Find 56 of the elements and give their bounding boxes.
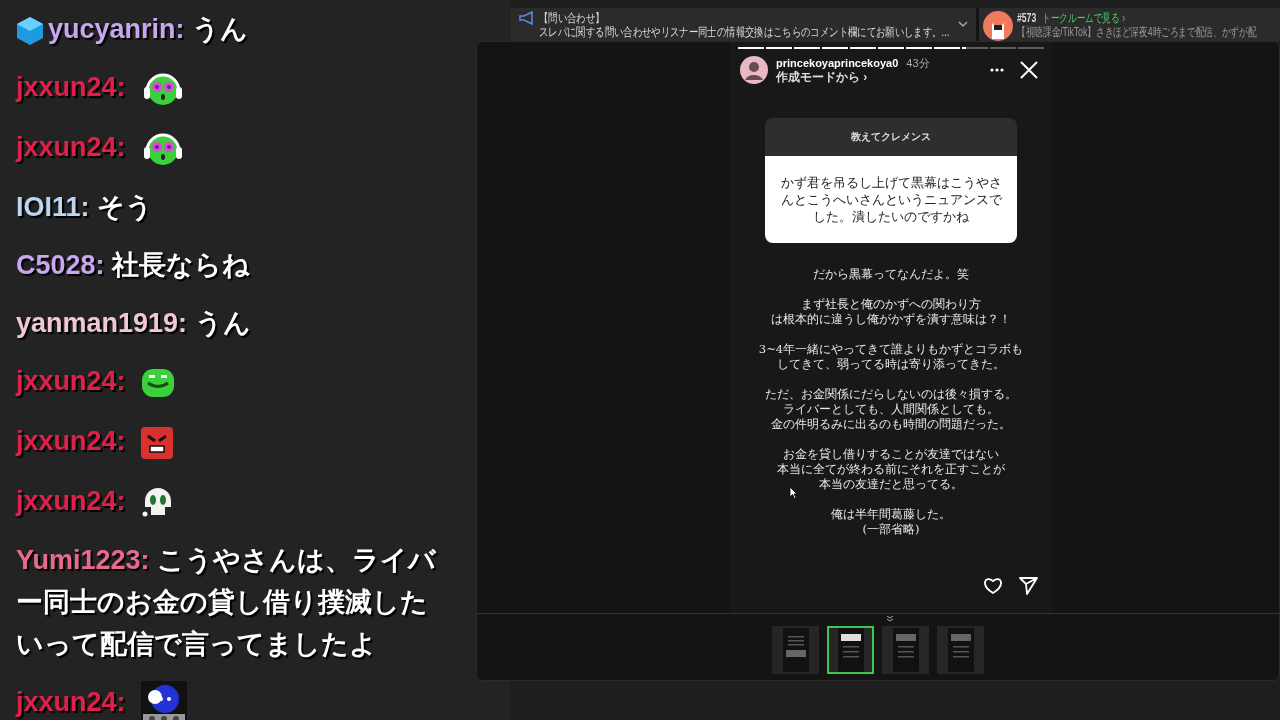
story-text-line: だから黒幕ってなんだよ。笑: [813, 267, 969, 282]
more-icon[interactable]: [990, 68, 1004, 72]
story-text-line: (一部省略): [862, 522, 920, 537]
chat-username: jxxun24:: [16, 72, 126, 102]
story-text-line: は根本的に違うし俺がかずを潰す意味は？！: [771, 312, 1011, 327]
story-text-line: してきて、弱ってる時は寄り添ってきた。: [777, 357, 1005, 372]
chat-username: jxxun24:: [16, 425, 126, 456]
chat-message: ー同士のお金の貸し借り撲滅した: [16, 586, 429, 620]
chat-message: うん: [192, 14, 249, 44]
story-text-line: 本当に全てが終わる前にそれを正すことが: [777, 462, 1005, 477]
announcement-title: 【問い合わせ】: [539, 11, 605, 25]
double-chevron-down-icon[interactable]: [886, 615, 894, 622]
chat-username: yucyanrin:: [48, 14, 185, 44]
story-text-line: ライバーとしても、人間関係としても。: [783, 402, 999, 417]
send-icon[interactable]: [1019, 577, 1038, 595]
talk-room-link[interactable]: トークルームで見る ›: [1042, 11, 1126, 25]
talk-preview: 【視聴課金/TikTok】さきほど深夜4時ごろまで配信、かずが配: [1017, 25, 1257, 39]
robot-emote-icon: [141, 681, 188, 720]
chat-username: yanman1919:: [16, 307, 188, 338]
chat-username: jxxun24:: [16, 365, 126, 396]
chat-username: jxxun24:: [16, 485, 126, 516]
close-icon[interactable]: [1020, 61, 1038, 79]
profile-avatar-icon[interactable]: [740, 56, 768, 84]
chat-username: Yumi1223:: [16, 545, 150, 576]
story-text-line: 金の件明るみに出るのも時間の問題だった。: [771, 417, 1011, 432]
announcement-text: スレパに関する問い合わせやリスナー同士の情報交換はこちらのコメント欄にてお願いします。...: [539, 25, 950, 39]
story-thumbnail[interactable]: [882, 626, 929, 674]
story-text-line: お金を貸し借りすることが友達ではない: [783, 447, 999, 462]
chat-username: jxxun24:: [16, 131, 126, 162]
talk-number: #573: [1017, 11, 1037, 25]
story-text-line: 本当の友達だと思ってる。: [819, 477, 963, 492]
question-text: かず君を吊るし上げて黒幕はこうやさんとこうへいさんというニュアンスでした。潰したいのですかね: [765, 156, 1017, 243]
story-text-line: まず社長と俺のかずへの関わり方: [801, 297, 981, 312]
story-thumbnail[interactable]: [772, 626, 819, 674]
story-text-line: 俺は半年間葛藤した。: [831, 507, 951, 522]
cursor-icon: [789, 486, 798, 499]
chat-username: jxxun24:: [16, 687, 126, 718]
heart-icon[interactable]: [983, 577, 1003, 595]
chat-message: こうやさんは、ライバ: [157, 545, 437, 576]
story-time: 43分: [906, 56, 930, 70]
chat-message: そう: [97, 191, 154, 222]
megaphone-icon: [519, 11, 535, 25]
chevron-down-icon[interactable]: [958, 21, 968, 27]
chat-username: C5028:: [16, 249, 105, 280]
story-thumbnail[interactable]: [937, 626, 984, 674]
chat-username: IOI11:: [16, 191, 90, 222]
question-title: 教えてクレメンス: [765, 118, 1017, 156]
story-thumbnail[interactable]: [827, 626, 874, 674]
story-text-line: ただ、お金関係にだらしないのは後々損する。: [765, 387, 1017, 402]
chat-message: 社長ならね: [112, 249, 251, 280]
story-username[interactable]: princekoyaprincekoya0: [776, 56, 899, 70]
chat-message: いって配信で言ってましたよ: [16, 628, 378, 662]
source-link[interactable]: 作成モードから ›: [776, 70, 982, 84]
angry-face-emote-icon: [141, 426, 174, 459]
chat-message: うん: [194, 307, 251, 338]
story-text-line: 3~4年一緒にやってきて誰よりもかずとコラボも: [758, 342, 1024, 357]
